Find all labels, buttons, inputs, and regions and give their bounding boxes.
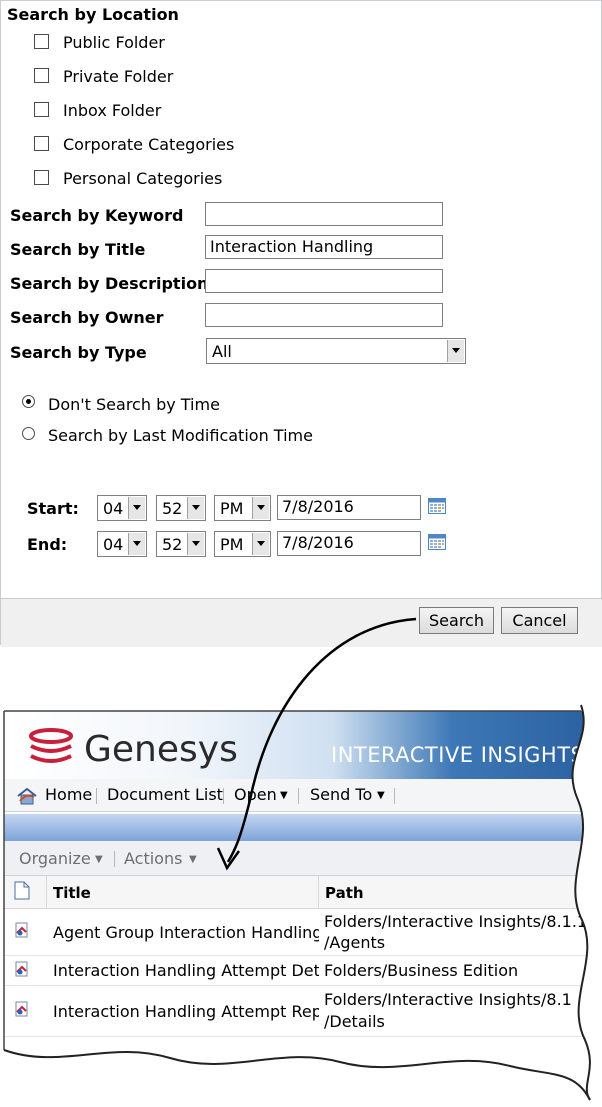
annotation-overlay: [0, 617, 602, 1107]
